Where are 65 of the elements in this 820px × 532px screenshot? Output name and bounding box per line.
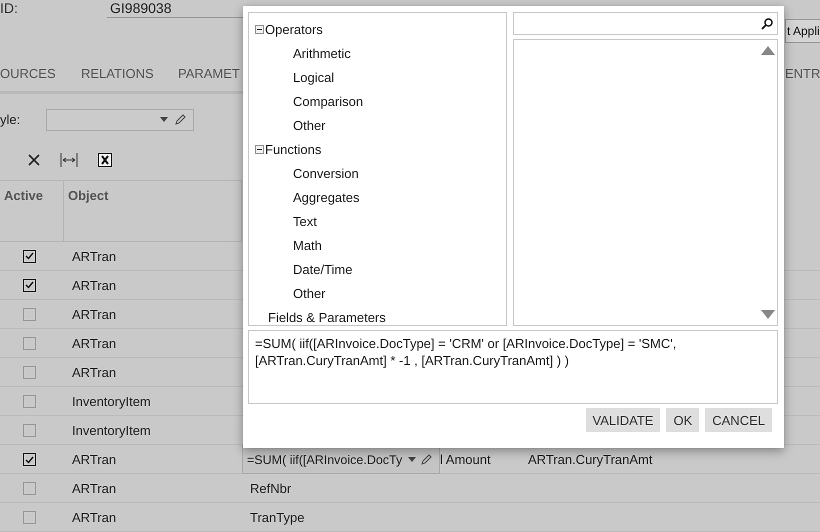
tree-item[interactable]: Text	[255, 214, 317, 228]
excel-icon[interactable]	[98, 153, 112, 168]
table-cell-text: ARTran	[71, 278, 118, 292]
tab[interactable]: ENTR	[785, 66, 820, 81]
table-cell-text: ARTran	[71, 452, 118, 467]
tree-item[interactable]: Other	[255, 286, 326, 300]
active-checkbox[interactable]	[23, 250, 36, 262]
table-cell-text: ARTran.CuryTranAmt	[527, 452, 654, 467]
collapse-toggle[interactable]	[255, 24, 264, 34]
formula-text[interactable]: =SUM( iif([ARInvoice.DocType] = 'CRM' or [ARInvoice.DocType] = 'SMC', [ARTran.CuryTranAmt] * -1 , [ARTran.CuryTranAmt] ) )	[248, 330, 778, 404]
tree-item[interactable]: Arithmetic	[255, 46, 351, 60]
table-cell-text: TranType	[249, 510, 306, 524]
active-checkbox[interactable]	[23, 510, 36, 524]
style-label: yle:	[0, 112, 20, 128]
caret-icon	[160, 117, 168, 122]
scroll-up-icon[interactable]	[761, 46, 775, 55]
column-header: Object	[64, 181, 242, 241]
delete-icon[interactable]	[28, 154, 40, 166]
active-checkbox[interactable]	[23, 453, 36, 466]
table-cell-text: l Amount	[440, 452, 492, 467]
id-label: ID:	[0, 0, 18, 16]
pencil-icon	[174, 113, 188, 126]
table-cell-text: RefNbr	[249, 480, 292, 496]
active-checkbox[interactable]	[23, 308, 36, 320]
active-checkbox[interactable]	[23, 366, 36, 378]
table-cell-text: ARTran	[71, 306, 118, 322]
search-icon	[761, 18, 773, 30]
caret-icon	[408, 457, 416, 462]
tree-item[interactable]: Operators	[265, 22, 323, 36]
dialog-button[interactable]: CANCEL	[705, 408, 772, 432]
pencil-icon	[420, 453, 433, 466]
dialog-button[interactable]: OK	[666, 408, 700, 432]
tree-item[interactable]: Comparison	[255, 94, 364, 108]
tree-item[interactable]: Aggregates	[255, 190, 360, 204]
active-checkbox[interactable]	[23, 278, 36, 292]
id-value: GI989038	[107, 0, 243, 18]
table-cell-text: InventoryItem	[71, 422, 152, 438]
search-field[interactable]	[513, 12, 778, 35]
table-cell-text: ARTran	[71, 480, 118, 496]
tree-item[interactable]: Logical	[255, 70, 334, 84]
scroll-down-icon[interactable]	[761, 310, 775, 319]
tab[interactable]: PARAMET	[178, 66, 240, 81]
table-cell-text: InventoryItem	[71, 394, 152, 408]
active-checkbox[interactable]	[23, 336, 36, 350]
tree-item[interactable]: Fields & Parameters	[255, 310, 386, 324]
apply-button[interactable]: t Appli	[785, 19, 820, 43]
tree-item[interactable]: Other	[255, 118, 326, 132]
table-cell-text: ARTran	[71, 510, 118, 524]
table-cell-text: ARTran	[71, 364, 118, 380]
active-checkbox[interactable]	[23, 482, 36, 494]
formula-editor[interactable]: =SUM( iif([ARInvoice.DocTy	[242, 445, 440, 474]
active-checkbox[interactable]	[23, 394, 36, 408]
tree-item[interactable]: Conversion	[255, 166, 359, 180]
tab[interactable]: RELATIONS	[81, 66, 154, 81]
tree-item[interactable]: Math	[255, 238, 322, 252]
dialog-button[interactable]: VALIDATE	[586, 408, 660, 432]
fit-width-icon[interactable]	[60, 153, 78, 168]
tab[interactable]: OURCES	[0, 66, 56, 81]
table-cell-text: ARTran	[71, 248, 118, 264]
collapse-toggle[interactable]	[255, 144, 264, 154]
active-checkbox[interactable]	[23, 424, 36, 436]
table-cell-text: ARTran	[71, 336, 118, 350]
tree-item[interactable]: Functions	[265, 142, 322, 156]
column-header: Active	[0, 181, 64, 241]
tree-item[interactable]: Date/Time	[255, 262, 352, 276]
